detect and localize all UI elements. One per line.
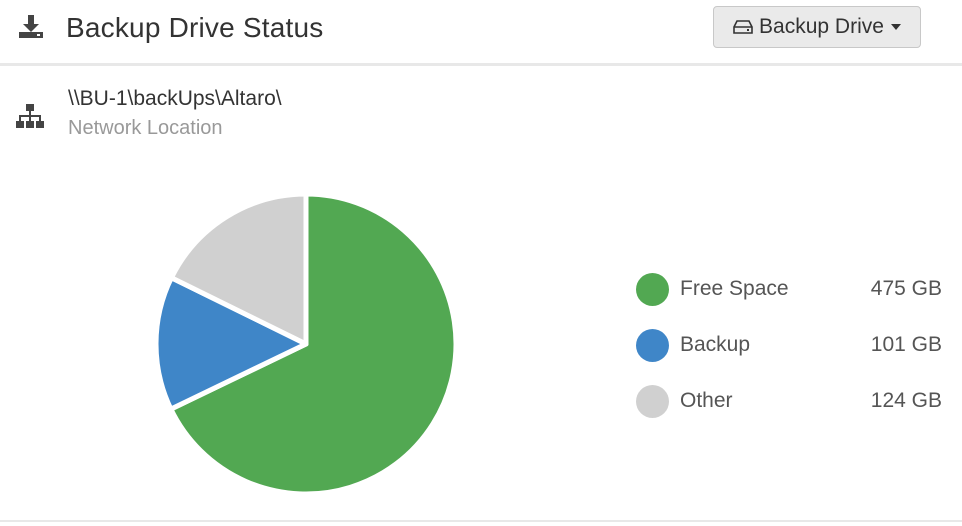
panel-bottom-border: [0, 520, 962, 522]
panel-title: Backup Drive Status: [66, 12, 324, 43]
pie-chart: [150, 188, 462, 500]
download-icon: [19, 15, 43, 38]
legend-value: 101 GB: [870, 333, 942, 356]
network-location-label: Network Location: [68, 117, 223, 139]
legend-label: Other: [680, 389, 733, 412]
legend-swatch-other: [636, 385, 669, 418]
legend-item-free-space: Free Space 475 GB: [636, 273, 946, 307]
legend-label: Free Space: [680, 277, 789, 300]
legend-label: Backup: [680, 333, 751, 356]
legend-value: 124 GB: [870, 389, 942, 412]
network-icon: [16, 104, 44, 128]
legend-swatch-free-space: [636, 273, 669, 306]
hdd-icon: [733, 20, 753, 34]
panel-header: Backup Drive Status Backup Drive: [0, 0, 962, 66]
legend-item-other: Other 124 GB: [636, 385, 946, 419]
backup-drive-label: Backup Drive: [759, 15, 884, 38]
legend-swatch-backup: [636, 329, 669, 362]
legend-item-backup: Backup 101 GB: [636, 329, 946, 363]
network-location-path: \\BU-1\backUps\Altaro\: [68, 87, 282, 110]
legend-value: 475 GB: [870, 277, 942, 300]
backup-drive-dropdown[interactable]: Backup Drive: [713, 6, 921, 48]
chevron-down-icon: [890, 24, 901, 30]
